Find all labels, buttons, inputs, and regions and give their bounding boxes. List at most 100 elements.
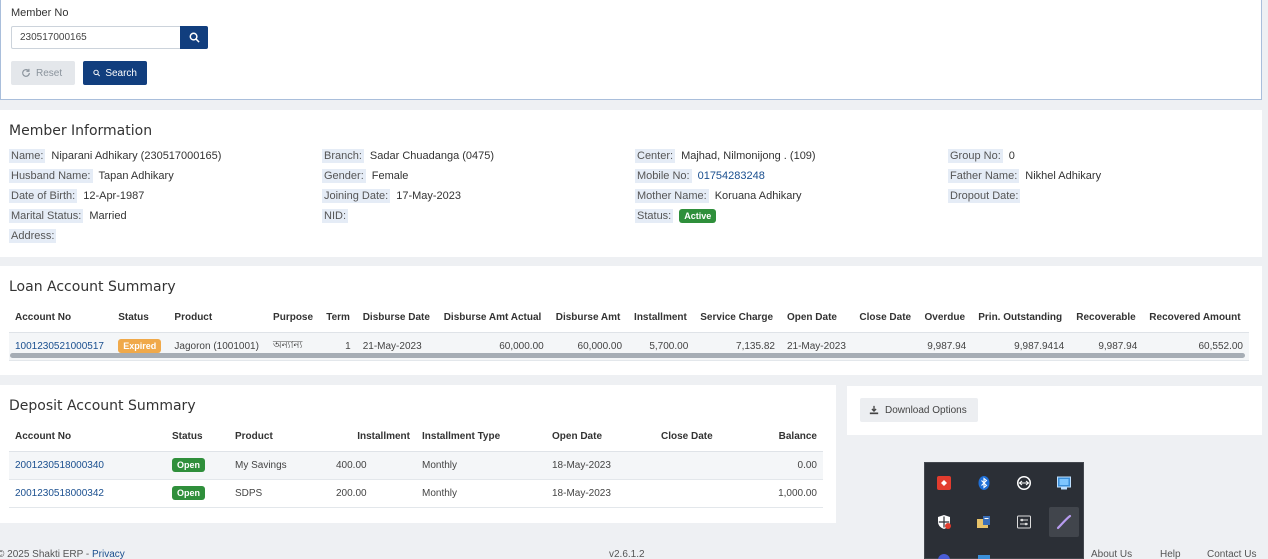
table-row: 2001230518000342 Open SDPS 200.00 Monthl… (9, 479, 823, 508)
deposit-table: Account No Status Product Installment In… (9, 423, 823, 508)
col-header[interactable]: Prin. Outstanding (972, 304, 1071, 333)
col-header[interactable]: Close Date (853, 304, 919, 333)
col-header[interactable]: Disburse Amt (549, 304, 629, 333)
loan-account-link[interactable]: 1001230521000517 (15, 341, 104, 352)
member-no-input[interactable] (11, 26, 181, 49)
col-header[interactable]: Status (166, 423, 229, 452)
col-header[interactable]: Account No (9, 304, 113, 333)
group-value: 0 (1008, 149, 1015, 162)
col-header[interactable]: Account No (9, 423, 166, 452)
col-header[interactable]: Installment (321, 423, 416, 452)
partial-tray-icon-2[interactable] (973, 549, 995, 559)
file-manager-icon[interactable] (973, 511, 995, 533)
status-badge: Active (679, 208, 717, 223)
col-header[interactable]: Disburse Date (356, 304, 438, 333)
gender-value: Female (371, 169, 409, 182)
center-value: Majhad, Nilmonijong . (109) (681, 149, 816, 162)
col-header[interactable]: Open Date (546, 423, 655, 452)
address-key: Address: (9, 228, 57, 243)
joining-key: Joining Date: (322, 188, 391, 203)
father-value: Nikhel Adhikary (1025, 169, 1102, 182)
name-key: Name: (9, 148, 46, 163)
branch-value: Sadar Chuadanga (0475) (369, 149, 495, 162)
download-options-label: Download Options (885, 404, 967, 416)
col-header[interactable]: Close Date (655, 423, 737, 452)
download-icon (869, 405, 879, 415)
deposit-close-date (655, 479, 737, 508)
field-center: Center: Majhad, Nilmonijong . (109) (635, 147, 816, 164)
husband-value: Tapan Adhikary (98, 169, 174, 182)
pen-app-icon[interactable] (1049, 507, 1079, 537)
field-group: Group No: 0 (948, 147, 1015, 164)
col-header[interactable]: Purpose (267, 304, 321, 333)
col-header[interactable]: Service Charge (694, 304, 781, 333)
col-header[interactable]: Balance (737, 423, 823, 452)
field-mother: Mother Name: Koruana Adhikary (635, 187, 802, 204)
help-link[interactable]: Help (1160, 549, 1181, 559)
deposit-type: Monthly (416, 479, 546, 508)
mobile-key: Mobile No: (635, 168, 692, 183)
col-header[interactable]: Disburse Amt Actual (437, 304, 550, 333)
deposit-account-link[interactable]: 2001230518000342 (15, 488, 104, 499)
col-header[interactable]: Overdue (918, 304, 973, 333)
col-header[interactable]: Product (168, 304, 268, 333)
father-key: Father Name: (948, 168, 1020, 183)
reset-button[interactable]: Reset (11, 61, 75, 85)
deposit-close-date (655, 451, 737, 480)
settings-panel-icon[interactable] (1013, 511, 1035, 533)
network-monitor-icon[interactable] (1053, 472, 1075, 494)
deposit-product: My Savings (229, 451, 321, 480)
deposit-header-row: Account No Status Product Installment In… (9, 423, 823, 452)
search-icon (189, 32, 200, 43)
col-header[interactable]: Term (320, 304, 357, 333)
deposit-installment: 200.00 (321, 479, 416, 508)
member-lookup-button[interactable] (180, 26, 208, 49)
privacy-link[interactable]: Privacy (92, 549, 125, 559)
field-address: Address: (9, 227, 57, 244)
gender-key: Gender: (322, 168, 366, 183)
field-status: Status: Active (635, 207, 717, 224)
name-value: Niparani Adhikary (230517000165) (51, 149, 222, 162)
col-header[interactable]: Recoverable (1070, 304, 1144, 333)
member-info-card: Member Information Name: Niparani Adhikar… (0, 110, 1262, 257)
member-no-label: Member No (11, 7, 69, 19)
col-header[interactable]: Open Date (780, 304, 854, 333)
field-nid: NID: (322, 207, 348, 224)
contact-link[interactable]: Contact Us (1207, 549, 1256, 559)
dropout-key: Dropout Date: (948, 188, 1021, 203)
marital-key: Marital Status: (9, 208, 84, 223)
field-gender: Gender: Female (322, 167, 408, 184)
field-joining: Joining Date: 17-May-2023 (322, 187, 461, 204)
deposit-balance: 0.00 (737, 451, 823, 480)
col-header[interactable]: Product (229, 423, 321, 452)
search-label: Search (105, 67, 137, 79)
mother-value: Koruana Adhikary (714, 189, 802, 202)
husband-key: Husband Name: (9, 168, 93, 183)
reset-label: Reset (36, 67, 63, 79)
deposit-account-link[interactable]: 2001230518000340 (15, 460, 104, 471)
search-button[interactable]: Search (83, 61, 147, 85)
anydesk-icon[interactable] (933, 472, 955, 494)
col-header[interactable]: Installment Type (416, 423, 546, 452)
about-link[interactable]: About Us (1091, 549, 1132, 559)
loan-summary-title: Loan Account Summary (9, 279, 176, 295)
branch-key: Branch: (322, 148, 364, 163)
download-options-button[interactable]: Download Options (860, 398, 978, 422)
partial-tray-icon-1[interactable] (933, 549, 955, 559)
security-shield-icon[interactable] (933, 511, 955, 533)
mobile-link[interactable]: 01754283248 (698, 170, 765, 182)
field-dropout: Dropout Date: (948, 187, 1021, 204)
field-name: Name: Niparani Adhikary (230517000165) (9, 147, 221, 164)
horizontal-scrollbar[interactable] (10, 353, 1245, 358)
teamviewer-icon[interactable] (1013, 472, 1035, 494)
col-header[interactable]: Status (112, 304, 169, 333)
bluetooth-icon[interactable] (973, 472, 995, 494)
deposit-installment: 400.00 (321, 451, 416, 480)
field-father: Father Name: Nikhel Adhikary (948, 167, 1101, 184)
field-dob: Date of Birth: 12-Apr-1987 (9, 187, 144, 204)
col-header[interactable]: Installment (628, 304, 695, 333)
col-header[interactable]: Recovered Amount (1143, 304, 1249, 333)
mother-key: Mother Name: (635, 188, 709, 203)
field-mobile: Mobile No: 01754283248 (635, 167, 765, 184)
deposit-status-badge: Open (172, 458, 206, 472)
